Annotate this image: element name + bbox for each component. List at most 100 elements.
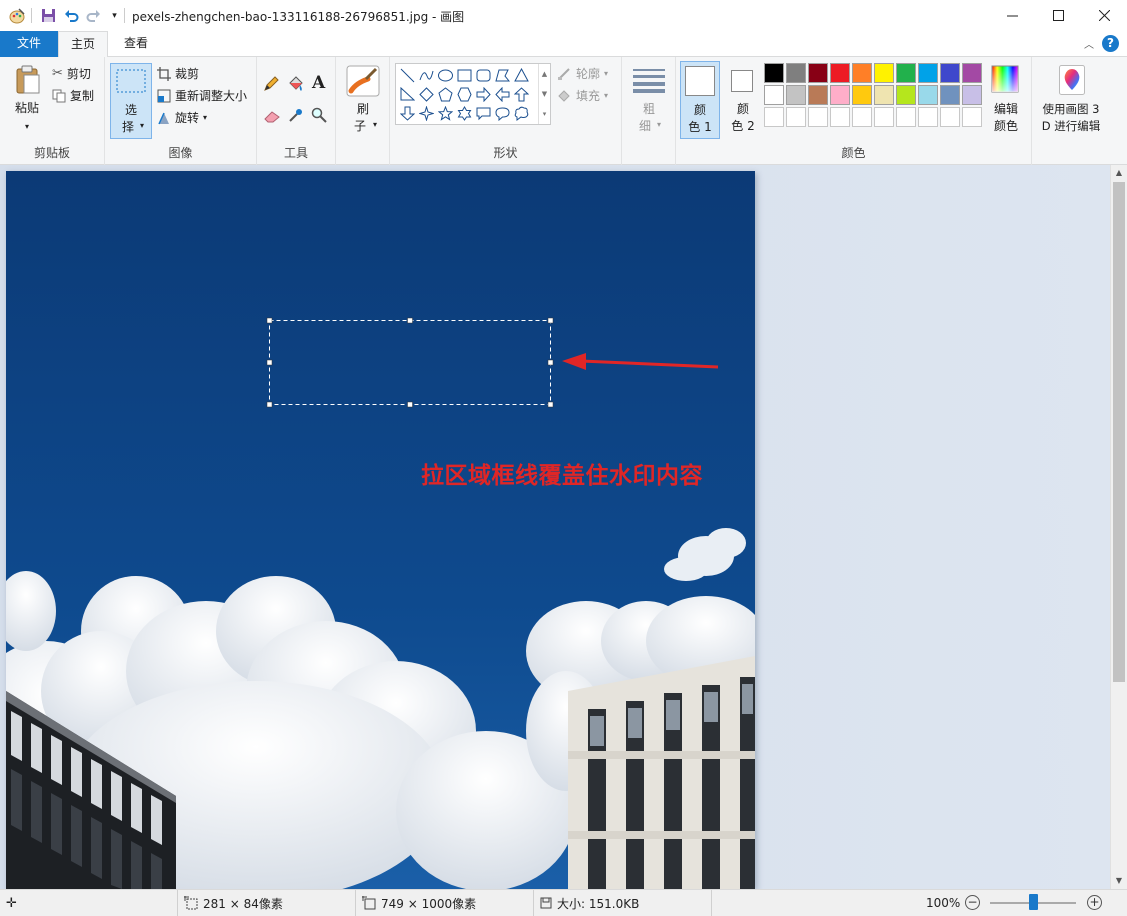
vertical-scrollbar[interactable]: ▲ ▼ — [1110, 165, 1127, 889]
cut-button[interactable]: ✂ 剪切 — [52, 65, 91, 82]
palette-color-swatch[interactable] — [852, 85, 872, 105]
palette-color-swatch[interactable] — [830, 85, 850, 105]
palette-color-swatch[interactable] — [874, 85, 894, 105]
select-button[interactable]: 选 择 ▾ — [110, 63, 152, 139]
hexagon-shape-icon[interactable] — [455, 85, 474, 104]
triangle-shape-icon[interactable] — [512, 66, 531, 85]
oval-callout-shape-icon[interactable] — [493, 104, 512, 123]
palette-color-swatch[interactable] — [918, 63, 938, 83]
palette-color-swatch[interactable] — [830, 63, 850, 83]
magnifier-icon[interactable] — [311, 107, 327, 126]
scroll-down-icon[interactable]: ▼ — [542, 90, 547, 98]
down-arrow-shape-icon[interactable] — [398, 104, 417, 123]
oval-shape-icon[interactable] — [436, 66, 455, 85]
palette-color-swatch[interactable] — [808, 85, 828, 105]
canvas-image[interactable]: 拉区域框线覆盖住水印内容 — [6, 171, 755, 889]
paste-button[interactable]: 粘贴 ▾ — [8, 63, 46, 141]
scroll-up-icon[interactable]: ▲ — [542, 70, 547, 78]
color1-button[interactable]: 颜 色 1 — [680, 61, 720, 139]
palette-color-swatch[interactable] — [852, 63, 872, 83]
fill-button[interactable]: 填充 ▾ — [557, 87, 608, 104]
save-icon[interactable] — [40, 7, 57, 24]
maximize-button[interactable] — [1035, 0, 1081, 31]
palette-custom-slot[interactable] — [918, 107, 938, 127]
brushes-button[interactable]: 刷 子 ▾ — [343, 63, 383, 139]
five-point-star-shape-icon[interactable] — [436, 104, 455, 123]
palette-custom-slot[interactable] — [896, 107, 916, 127]
palette-color-swatch[interactable] — [764, 85, 784, 105]
six-point-star-shape-icon[interactable] — [455, 104, 474, 123]
redo-icon[interactable] — [85, 7, 102, 24]
rect-callout-shape-icon[interactable] — [474, 104, 493, 123]
palette-color-swatch[interactable] — [962, 63, 982, 83]
palette-custom-slot[interactable] — [852, 107, 872, 127]
palette-color-swatch[interactable] — [808, 63, 828, 83]
edit-colors-button[interactable]: 编辑 颜色 — [986, 63, 1026, 139]
collapse-ribbon-icon[interactable]: ︿ — [1084, 36, 1094, 51]
zoom-in-button[interactable]: + — [1087, 895, 1102, 910]
zoom-out-button[interactable]: − — [965, 895, 980, 910]
rectangle-shape-icon[interactable] — [455, 66, 474, 85]
palette-color-swatch[interactable] — [764, 63, 784, 83]
color2-button[interactable]: 颜 色 2 — [724, 61, 764, 139]
paint3d-button[interactable]: 使用画图 3 D 进行编辑 — [1036, 63, 1106, 139]
curve-shape-icon[interactable] — [417, 66, 436, 85]
left-arrow-shape-icon[interactable] — [493, 85, 512, 104]
shapes-scrollbar[interactable]: ▲ ▼ ▾ — [538, 64, 550, 124]
four-point-star-shape-icon[interactable] — [417, 104, 436, 123]
color-picker-icon[interactable] — [288, 107, 304, 126]
polygon-shape-icon[interactable] — [493, 66, 512, 85]
scroll-up-arrow-icon[interactable]: ▲ — [1111, 165, 1127, 181]
scrollbar-thumb[interactable] — [1113, 182, 1125, 682]
palette-custom-slot[interactable] — [786, 107, 806, 127]
palette-color-swatch[interactable] — [896, 63, 916, 83]
palette-color-swatch[interactable] — [940, 63, 960, 83]
eraser-icon[interactable] — [263, 109, 281, 126]
palette-custom-slot[interactable] — [962, 107, 982, 127]
palette-custom-slot[interactable] — [808, 107, 828, 127]
palette-color-swatch[interactable] — [962, 85, 982, 105]
right-arrow-shape-icon[interactable] — [474, 85, 493, 104]
palette-color-swatch[interactable] — [786, 85, 806, 105]
palette-color-swatch[interactable] — [786, 63, 806, 83]
palette-color-swatch[interactable] — [918, 85, 938, 105]
fill-bucket-icon[interactable] — [287, 75, 305, 96]
color2-swatch — [731, 70, 753, 92]
diamond-shape-icon[interactable] — [417, 85, 436, 104]
copy-button[interactable]: 复制 — [52, 87, 94, 104]
rotate-button[interactable]: 旋转 ▾ — [157, 109, 207, 126]
close-button[interactable] — [1081, 0, 1127, 31]
palette-custom-slot[interactable] — [874, 107, 894, 127]
scroll-down-arrow-icon[interactable]: ▼ — [1111, 873, 1127, 889]
size-button[interactable]: 粗 细 ▾ — [630, 63, 668, 139]
right-triangle-shape-icon[interactable] — [398, 85, 417, 104]
pentagon-shape-icon[interactable] — [436, 85, 455, 104]
palette-custom-slot[interactable] — [764, 107, 784, 127]
undo-icon[interactable] — [63, 7, 80, 24]
rounded-rectangle-shape-icon[interactable] — [474, 66, 493, 85]
palette-color-swatch[interactable] — [874, 63, 894, 83]
minimize-button[interactable] — [989, 0, 1035, 31]
pencil-icon[interactable] — [263, 76, 279, 95]
resize-button[interactable]: 重新调整大小 — [157, 87, 247, 104]
paint-app-icon[interactable] — [8, 7, 25, 24]
palette-color-swatch[interactable] — [896, 85, 916, 105]
palette-color-swatch[interactable] — [940, 85, 960, 105]
rotate-label: 旋转 — [175, 111, 200, 125]
tab-file[interactable]: 文件 — [0, 31, 58, 57]
palette-custom-slot[interactable] — [830, 107, 850, 127]
customize-dropdown-icon[interactable]: ▾ — [106, 7, 123, 24]
crop-button[interactable]: 裁剪 — [157, 65, 199, 82]
shapes-expand-icon[interactable]: ▾ — [543, 110, 547, 118]
outline-button[interactable]: 轮廓 ▾ — [557, 65, 608, 82]
palette-custom-slot[interactable] — [940, 107, 960, 127]
up-arrow-shape-icon[interactable] — [512, 85, 531, 104]
text-tool-icon[interactable]: A — [312, 73, 325, 93]
copy-icon — [52, 89, 66, 102]
line-shape-icon[interactable] — [398, 66, 417, 85]
zoom-slider-thumb[interactable] — [1029, 894, 1038, 910]
tab-home[interactable]: 主页 — [58, 31, 108, 58]
tab-view[interactable]: 查看 — [110, 31, 162, 57]
cloud-callout-shape-icon[interactable] — [512, 104, 531, 123]
help-button[interactable]: ? — [1102, 35, 1119, 52]
